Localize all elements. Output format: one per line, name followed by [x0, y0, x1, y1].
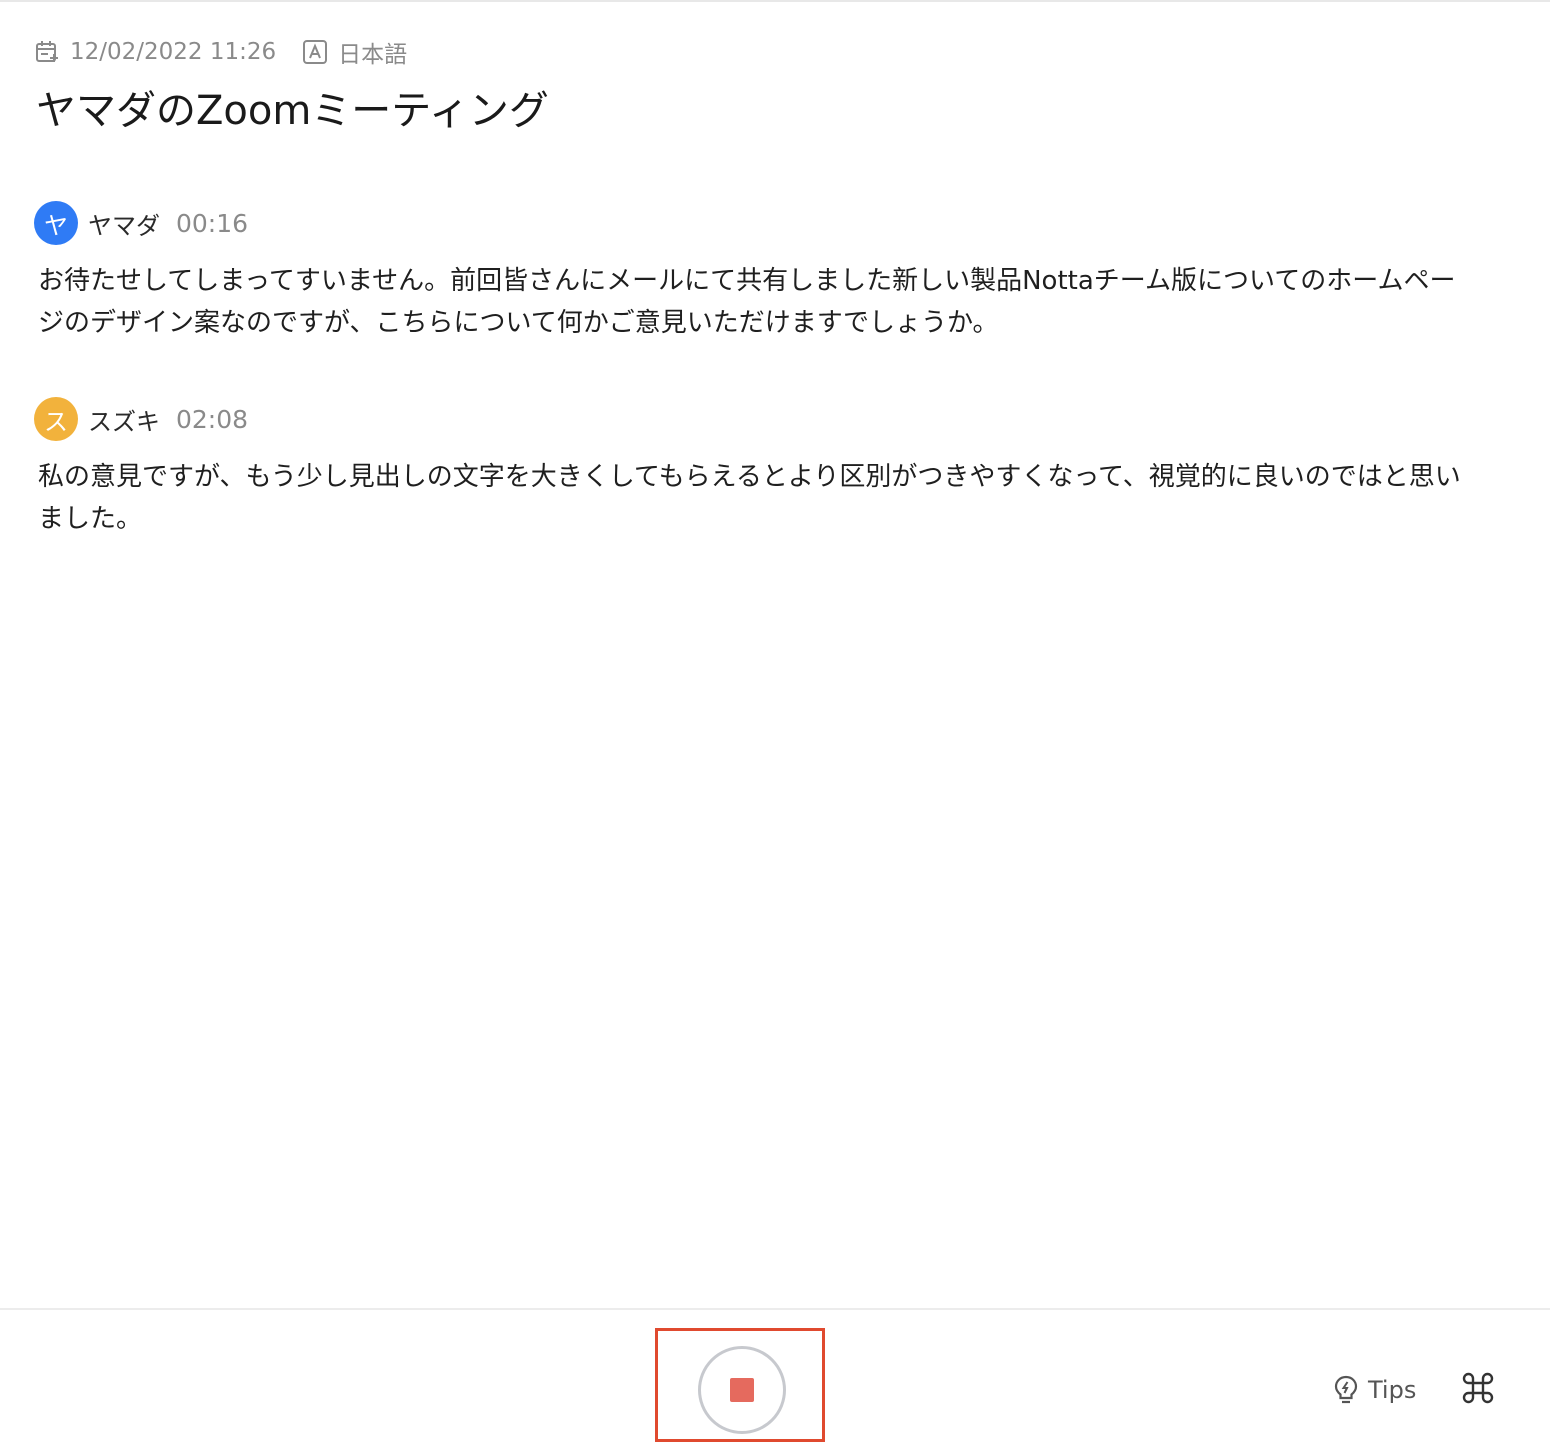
lightbulb-icon: [1332, 1374, 1360, 1406]
tips-button[interactable]: Tips: [1332, 1372, 1416, 1408]
date-info: 12/02/2022 11:26: [34, 39, 276, 65]
transcript-segment: ス スズキ 02:08 私の意見ですが、もう少し見出しの文字を大きくしてもらえる…: [34, 396, 1474, 540]
timestamp[interactable]: 00:16: [176, 209, 248, 238]
speaker-name[interactable]: スズキ: [88, 402, 160, 437]
speaker-name[interactable]: ヤマダ: [88, 206, 160, 241]
keyboard-shortcuts-button[interactable]: [1460, 1372, 1496, 1408]
language-info: 日本語: [302, 35, 407, 69]
segment-text[interactable]: お待たせしてしまってすいません。前回皆さんにメールにて共有しました新しい製品No…: [38, 260, 1468, 344]
page-title: ヤマダのZoomミーティング: [36, 88, 549, 134]
date-text: 12/02/2022 11:26: [70, 39, 277, 65]
transcript-page: 12/02/2022 11:26 日本語 ヤマダのZoomミーティング ヤ ヤマ…: [0, 0, 1550, 1444]
tips-label: Tips: [1368, 1376, 1417, 1404]
transcript-segment: ヤ ヤマダ 00:16 お待たせしてしまってすいません。前回皆さんにメールにて共…: [34, 200, 1474, 344]
avatar: ス: [34, 397, 78, 441]
stop-icon: [730, 1378, 754, 1402]
language-text: 日本語: [338, 42, 408, 68]
speaker-row: ス スズキ 02:08: [34, 396, 1474, 442]
segment-text[interactable]: 私の意見ですが、もう少し見出しの文字を大きくしてもらえるとより区別がつきやすくな…: [38, 456, 1468, 540]
meta-row: 12/02/2022 11:26 日本語: [34, 36, 433, 68]
avatar: ヤ: [34, 201, 78, 245]
command-key-icon: [1462, 1372, 1494, 1408]
calendar-icon: [34, 39, 60, 65]
language-a-icon: [302, 39, 328, 65]
transcript: ヤ ヤマダ 00:16 お待たせしてしまってすいません。前回皆さんにメールにて共…: [34, 200, 1474, 592]
stop-recording-button[interactable]: [698, 1346, 786, 1434]
bottom-toolbar: Tips: [0, 1308, 1550, 1444]
speaker-row: ヤ ヤマダ 00:16: [34, 200, 1474, 246]
timestamp[interactable]: 02:08: [176, 405, 248, 434]
